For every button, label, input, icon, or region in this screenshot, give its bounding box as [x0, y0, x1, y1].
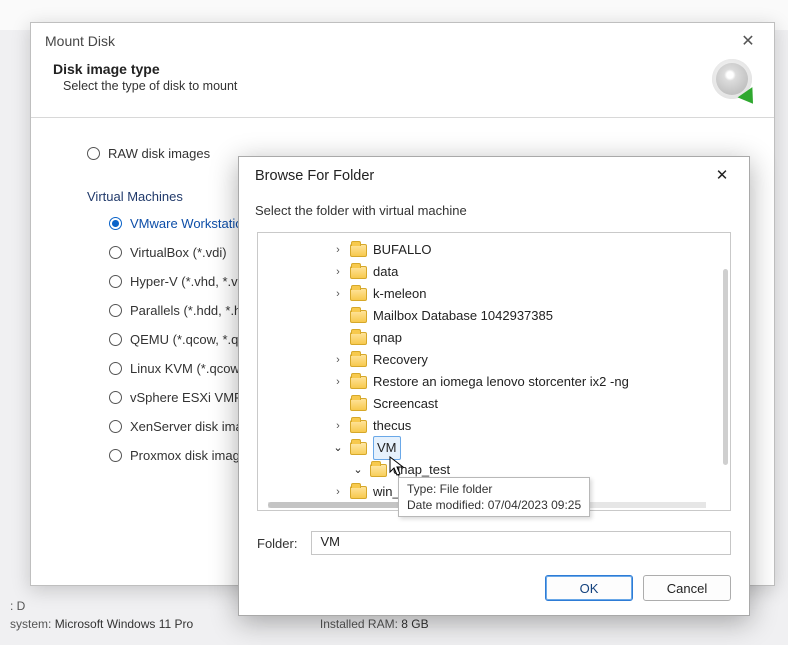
- tree-item-thecus[interactable]: › thecus: [262, 415, 726, 437]
- radio-icon: [87, 147, 100, 160]
- folder-icon: [350, 354, 367, 367]
- folder-icon: [350, 288, 367, 301]
- browse-instruction: Select the folder with virtual machine: [239, 195, 749, 232]
- bg-os-value: Microsoft Windows 11 Pro: [55, 617, 194, 631]
- chevron-right-icon[interactable]: ›: [332, 349, 344, 371]
- tree-item-screencast[interactable]: Screencast: [262, 393, 726, 415]
- radio-label: VirtualBox (*.vdi): [130, 245, 227, 260]
- tree-item-qnap[interactable]: qnap: [262, 327, 726, 349]
- radio-label: RAW disk images: [108, 146, 210, 161]
- folder-icon: [350, 486, 367, 499]
- folder-icon: [350, 376, 367, 389]
- radio-icon: [109, 246, 122, 259]
- radio-icon: [109, 420, 122, 433]
- bg-drive-letter: : D: [10, 599, 25, 613]
- tree-item-label: data: [373, 261, 398, 283]
- folder-field[interactable]: VM: [311, 531, 731, 555]
- tree-item-vm[interactable]: ⌄ VM: [262, 437, 726, 459]
- folder-tooltip: Type: File folder Date modified: 07/04/2…: [398, 477, 590, 517]
- ok-button[interactable]: OK: [545, 575, 633, 601]
- folder-icon: [350, 398, 367, 411]
- chevron-right-icon[interactable]: ›: [332, 415, 344, 437]
- cancel-button-label: Cancel: [667, 581, 707, 596]
- chevron-down-icon[interactable]: ⌄: [352, 459, 364, 481]
- browse-for-folder-dialog: Browse For Folder ✕ Select the folder wi…: [238, 156, 750, 616]
- tooltip-line: Type: File folder: [407, 481, 581, 497]
- tree-item-kmeleon[interactable]: › k-meleon: [262, 283, 726, 305]
- cancel-button[interactable]: Cancel: [643, 575, 731, 601]
- vertical-scrollbar[interactable]: [723, 269, 728, 465]
- tree-item-label: Mailbox Database 1042937385: [373, 305, 553, 327]
- close-icon[interactable]: ✕: [734, 31, 762, 51]
- folder-open-icon: [350, 442, 367, 455]
- bg-ram-label: Installed RAM:: [320, 617, 398, 631]
- browse-title: Browse For Folder: [255, 168, 374, 184]
- ok-button-label: OK: [580, 581, 599, 596]
- chevron-right-icon[interactable]: ›: [332, 239, 344, 261]
- chevron-right-icon[interactable]: ›: [332, 481, 344, 503]
- radio-icon: [109, 275, 122, 288]
- radio-icon: [109, 391, 122, 404]
- folder-icon: [350, 420, 367, 433]
- chevron-right-icon[interactable]: ›: [332, 371, 344, 393]
- radio-icon: [109, 217, 122, 230]
- tree-item-data[interactable]: › data: [262, 261, 726, 283]
- bg-ram-value: 8 GB: [401, 617, 428, 631]
- folder-icon: [350, 332, 367, 345]
- chevron-down-icon[interactable]: ⌄: [332, 437, 344, 459]
- tree-item-recovery[interactable]: › Recovery: [262, 349, 726, 371]
- chevron-right-icon[interactable]: ›: [332, 283, 344, 305]
- tree-item-label: qnap: [373, 327, 402, 349]
- folder-field-label: Folder:: [257, 536, 297, 551]
- folder-field-value: VM: [320, 534, 340, 549]
- folder-icon: [350, 310, 367, 323]
- tree-item-label: Restore an iomega lenovo storcenter ix2 …: [373, 371, 629, 393]
- tree-item-label: Screencast: [373, 393, 438, 415]
- folder-open-icon: [370, 464, 387, 477]
- tree-item-bufallo[interactable]: › BUFALLO: [262, 239, 726, 261]
- tree-item-label: Recovery: [373, 349, 428, 371]
- tree-item-label: BUFALLO: [373, 239, 432, 261]
- radio-icon: [109, 333, 122, 346]
- radio-label: Proxmox disk images: [130, 448, 254, 463]
- mount-subheading: Select the type of disk to mount: [63, 79, 237, 93]
- folder-icon: [350, 266, 367, 279]
- mount-heading: Disk image type: [53, 61, 237, 77]
- disc-icon: [712, 59, 756, 103]
- mount-disk-title: Mount Disk: [45, 33, 115, 49]
- radio-icon: [109, 304, 122, 317]
- folder-icon: [350, 244, 367, 257]
- tree-item-label: k-meleon: [373, 283, 426, 305]
- radio-icon: [109, 362, 122, 375]
- tree-item-label: VM: [373, 436, 401, 460]
- tree-item-label: thecus: [373, 415, 411, 437]
- bg-os-label: system:: [10, 617, 51, 631]
- folder-tree[interactable]: › BUFALLO › data › k-meleon Mailbox Data…: [257, 232, 731, 511]
- tooltip-line: Date modified: 07/04/2023 09:25: [407, 497, 581, 513]
- tree-item-restore[interactable]: › Restore an iomega lenovo storcenter ix…: [262, 371, 726, 393]
- close-icon[interactable]: ✕: [705, 165, 739, 187]
- tree-item-mailbox[interactable]: Mailbox Database 1042937385: [262, 305, 726, 327]
- chevron-right-icon[interactable]: ›: [332, 261, 344, 283]
- radio-icon: [109, 449, 122, 462]
